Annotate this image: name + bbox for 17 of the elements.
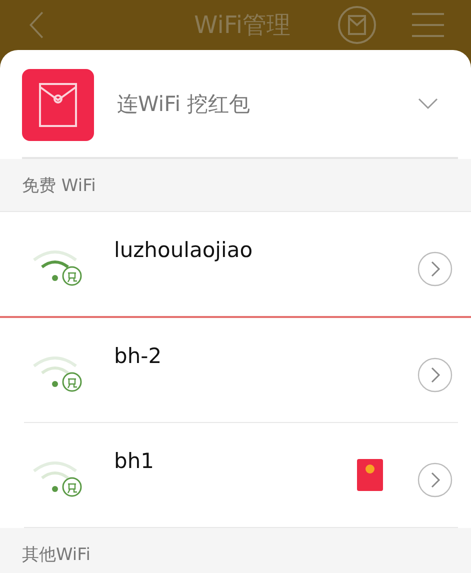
window-title: WiFi管理 (194, 10, 291, 41)
menu-icon[interactable] (410, 12, 445, 38)
section-header: 免费 WiFi (0, 159, 471, 212)
chevron-right-icon[interactable] (417, 462, 453, 498)
wifi-row[interactable]: bh-2 (24, 318, 458, 423)
wifi-row[interactable]: luzhoulaojiao (0, 212, 471, 318)
section-header: 其他WiFi (0, 528, 471, 573)
envelope-app-icon (22, 68, 94, 140)
back-icon[interactable] (28, 10, 46, 40)
network-name: bh-2 (114, 344, 163, 368)
chevron-right-icon[interactable] (417, 357, 453, 393)
chevron-down-icon[interactable] (418, 98, 438, 110)
promo-label: 连WiFi 挖红包 (117, 90, 252, 118)
chevron-right-icon[interactable] (417, 251, 453, 287)
envelope-icon[interactable] (336, 5, 377, 45)
network-name: bh1 (114, 449, 156, 473)
network-name: luzhoulaojiao (114, 238, 254, 262)
